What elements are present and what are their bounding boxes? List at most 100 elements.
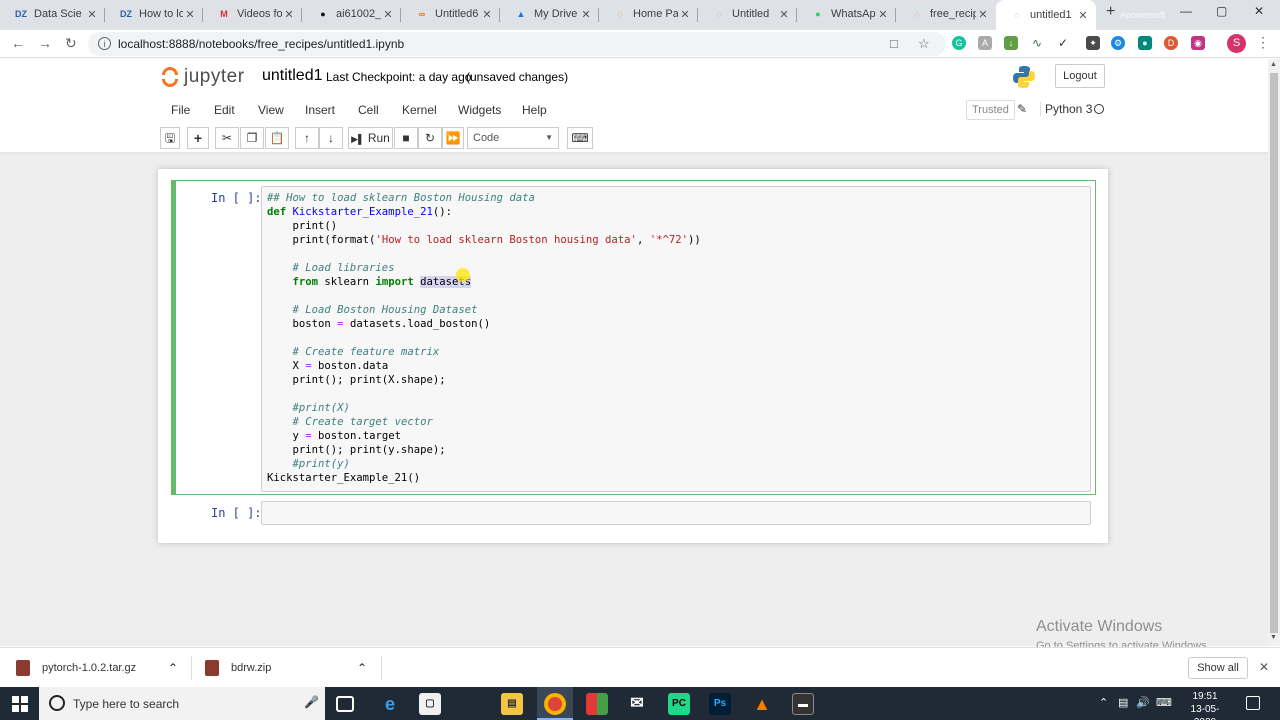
close-tab-icon[interactable]: ✕ bbox=[876, 8, 890, 21]
task-view-icon[interactable] bbox=[336, 696, 354, 712]
save-icon[interactable]: 🖫 bbox=[160, 127, 180, 149]
copy-icon[interactable]: ❐ bbox=[240, 127, 264, 149]
cut-icon[interactable]: ✂ bbox=[215, 127, 239, 149]
close-tab-icon[interactable]: ✕ bbox=[381, 8, 395, 21]
forward-icon[interactable]: → bbox=[38, 35, 52, 51]
empty-code-editor[interactable] bbox=[261, 501, 1091, 525]
volume-icon[interactable]: 🔊 bbox=[1136, 696, 1150, 709]
browser-tab[interactable]: ▲ My Drive ✕ bbox=[500, 0, 599, 28]
code-editor[interactable]: ## How to load sklearn Boston Housing da… bbox=[261, 186, 1091, 492]
close-tab-icon[interactable]: ✕ bbox=[85, 8, 99, 21]
language-icon[interactable]: ⌨ bbox=[1156, 696, 1172, 709]
taskbar-clock[interactable]: 19:51 13-05-2020 bbox=[1180, 690, 1230, 720]
jupyter-logo[interactable]: jupyter bbox=[162, 66, 245, 88]
menu-help[interactable]: Help bbox=[522, 103, 547, 117]
photoshop-icon[interactable]: Ps bbox=[709, 693, 731, 715]
interrupt-kernel-icon[interactable]: ■ bbox=[394, 127, 418, 149]
show-all-downloads-button[interactable]: Show all bbox=[1188, 657, 1248, 679]
browser-tab[interactable]: ● ai61002_S✕ bbox=[302, 0, 401, 28]
extension-icon[interactable]: ⚙ bbox=[1111, 36, 1125, 50]
file-explorer-icon[interactable]: ▤ bbox=[501, 693, 523, 715]
run-button[interactable]: ▶▌ Run bbox=[348, 127, 393, 149]
chevron-up-icon[interactable]: ⌃ bbox=[168, 648, 178, 688]
pycharm-icon[interactable]: PC bbox=[668, 693, 690, 715]
omnibox[interactable]: i localhost:8888/notebooks/free_recipes/… bbox=[88, 32, 946, 56]
close-tab-icon[interactable]: ✕ bbox=[976, 8, 990, 21]
browser-menu-icon[interactable]: ⋮ bbox=[1256, 34, 1270, 51]
new-tab-button[interactable]: + bbox=[1106, 3, 1115, 21]
vlc-icon[interactable]: ▲ bbox=[751, 693, 773, 715]
extension-icon[interactable]: ∿ bbox=[1030, 36, 1044, 50]
close-tab-icon[interactable]: ✕ bbox=[480, 8, 494, 21]
scrollbar-thumb[interactable] bbox=[1270, 73, 1278, 633]
trusted-indicator[interactable]: Trusted bbox=[966, 100, 1015, 120]
menu-view[interactable]: View bbox=[258, 103, 284, 117]
close-tab-icon[interactable]: ✕ bbox=[777, 8, 791, 21]
mail-icon[interactable]: ✉ bbox=[626, 693, 648, 715]
profile-avatar[interactable]: S bbox=[1227, 34, 1246, 53]
menu-insert[interactable]: Insert bbox=[305, 103, 335, 117]
grammarly-extension-icon[interactable]: G bbox=[952, 36, 966, 50]
back-icon[interactable]: ← bbox=[11, 35, 25, 51]
bookmark-star-icon[interactable]: ☆ bbox=[918, 36, 930, 52]
insert-cell-below-icon[interactable]: + bbox=[187, 127, 209, 149]
menu-kernel[interactable]: Kernel bbox=[402, 103, 437, 117]
site-info-icon[interactable]: i bbox=[98, 37, 111, 50]
move-down-icon[interactable]: ↓ bbox=[319, 127, 343, 149]
close-tab-icon[interactable]: ✕ bbox=[1076, 9, 1090, 22]
checkmark-extension-icon[interactable]: ✓ bbox=[1056, 36, 1070, 50]
close-tab-icon[interactable]: ✕ bbox=[282, 8, 296, 21]
menu-widgets[interactable]: Widgets bbox=[458, 103, 501, 117]
reload-icon[interactable]: ↻ bbox=[65, 35, 77, 52]
browser-tab[interactable]: ◌ Home Pag✕ bbox=[599, 0, 698, 28]
extension-icon[interactable]: ✦ bbox=[1086, 36, 1100, 50]
network-icon[interactable]: ▤ bbox=[1118, 696, 1128, 709]
tray-chevron-icon[interactable]: ⌃ bbox=[1099, 696, 1108, 709]
notebook-name[interactable]: untitled1 bbox=[262, 67, 323, 85]
kernel-name[interactable]: Python 3 bbox=[1040, 102, 1092, 116]
edge-browser-icon[interactable]: e bbox=[379, 693, 401, 715]
store-icon[interactable]: ▢ bbox=[419, 693, 441, 715]
move-up-icon[interactable]: ↑ bbox=[295, 127, 319, 149]
minimize-icon[interactable]: — bbox=[1180, 4, 1192, 18]
download-item[interactable]: pytorch-1.0.2.tar.gz bbox=[16, 648, 136, 688]
restart-kernel-icon[interactable]: ↻ bbox=[418, 127, 442, 149]
browser-tab[interactable]: ● WhatsApp✕ bbox=[797, 0, 896, 28]
duckduckgo-extension-icon[interactable]: D bbox=[1164, 36, 1178, 50]
menu-file[interactable]: File bbox=[171, 103, 190, 117]
browser-tab-active[interactable]: ◌ untitled1 ✕ bbox=[996, 0, 1096, 30]
close-tab-icon[interactable]: ✕ bbox=[579, 8, 593, 21]
browser-tab[interactable]: ◌ free_recip ✕ bbox=[896, 0, 996, 28]
browser-tab[interactable]: ∞ Untitled6 ✕ bbox=[401, 0, 500, 28]
browser-tab[interactable]: DZ How to lo ✕ bbox=[105, 0, 203, 28]
browser-tab[interactable]: ◌ Untitled ✕ bbox=[698, 0, 797, 28]
close-tab-icon[interactable]: ✕ bbox=[678, 8, 692, 21]
scroll-down-icon[interactable]: ▼ bbox=[1270, 634, 1277, 641]
microphone-icon[interactable]: 🎤 bbox=[304, 695, 319, 709]
logout-button[interactable]: Logout bbox=[1055, 64, 1105, 88]
menu-cell[interactable]: Cell bbox=[358, 103, 379, 117]
close-tab-icon[interactable]: ✕ bbox=[183, 8, 197, 21]
url-text[interactable]: localhost:8888/notebooks/free_recipes/un… bbox=[118, 37, 404, 51]
close-shelf-icon[interactable]: ✕ bbox=[1259, 660, 1269, 674]
restart-run-all-icon[interactable]: ⏩ bbox=[442, 127, 464, 149]
translate-icon[interactable]: □ bbox=[890, 36, 898, 51]
paste-icon[interactable]: 📋 bbox=[265, 127, 289, 149]
chevron-up-icon[interactable]: ⌃ bbox=[357, 648, 367, 688]
maximize-icon[interactable]: ▢ bbox=[1216, 4, 1227, 18]
extension-icon[interactable]: ● bbox=[1138, 36, 1152, 50]
instagram-extension-icon[interactable]: ◉ bbox=[1191, 36, 1205, 50]
page-scrollbar[interactable]: ▲ ▼ bbox=[1268, 59, 1280, 646]
app-icon[interactable] bbox=[586, 693, 608, 715]
browser-tab[interactable]: DZ Data Scie ✕ bbox=[0, 0, 105, 28]
menu-edit[interactable]: Edit bbox=[214, 103, 235, 117]
terminal-icon[interactable]: ▬ bbox=[792, 693, 814, 715]
taskbar-search-box[interactable]: Type here to search 🎤 bbox=[39, 687, 325, 720]
code-text[interactable]: ## How to load sklearn Boston Housing da… bbox=[267, 191, 1090, 485]
cell-type-select[interactable]: Code ▼ bbox=[467, 127, 559, 149]
download-item[interactable]: bdrw.zip bbox=[205, 648, 271, 688]
extension-icon[interactable]: ↓ bbox=[1004, 36, 1018, 50]
scroll-up-icon[interactable]: ▲ bbox=[1270, 61, 1277, 68]
notification-center-icon[interactable] bbox=[1246, 696, 1260, 710]
windows-start-icon[interactable] bbox=[12, 696, 28, 712]
